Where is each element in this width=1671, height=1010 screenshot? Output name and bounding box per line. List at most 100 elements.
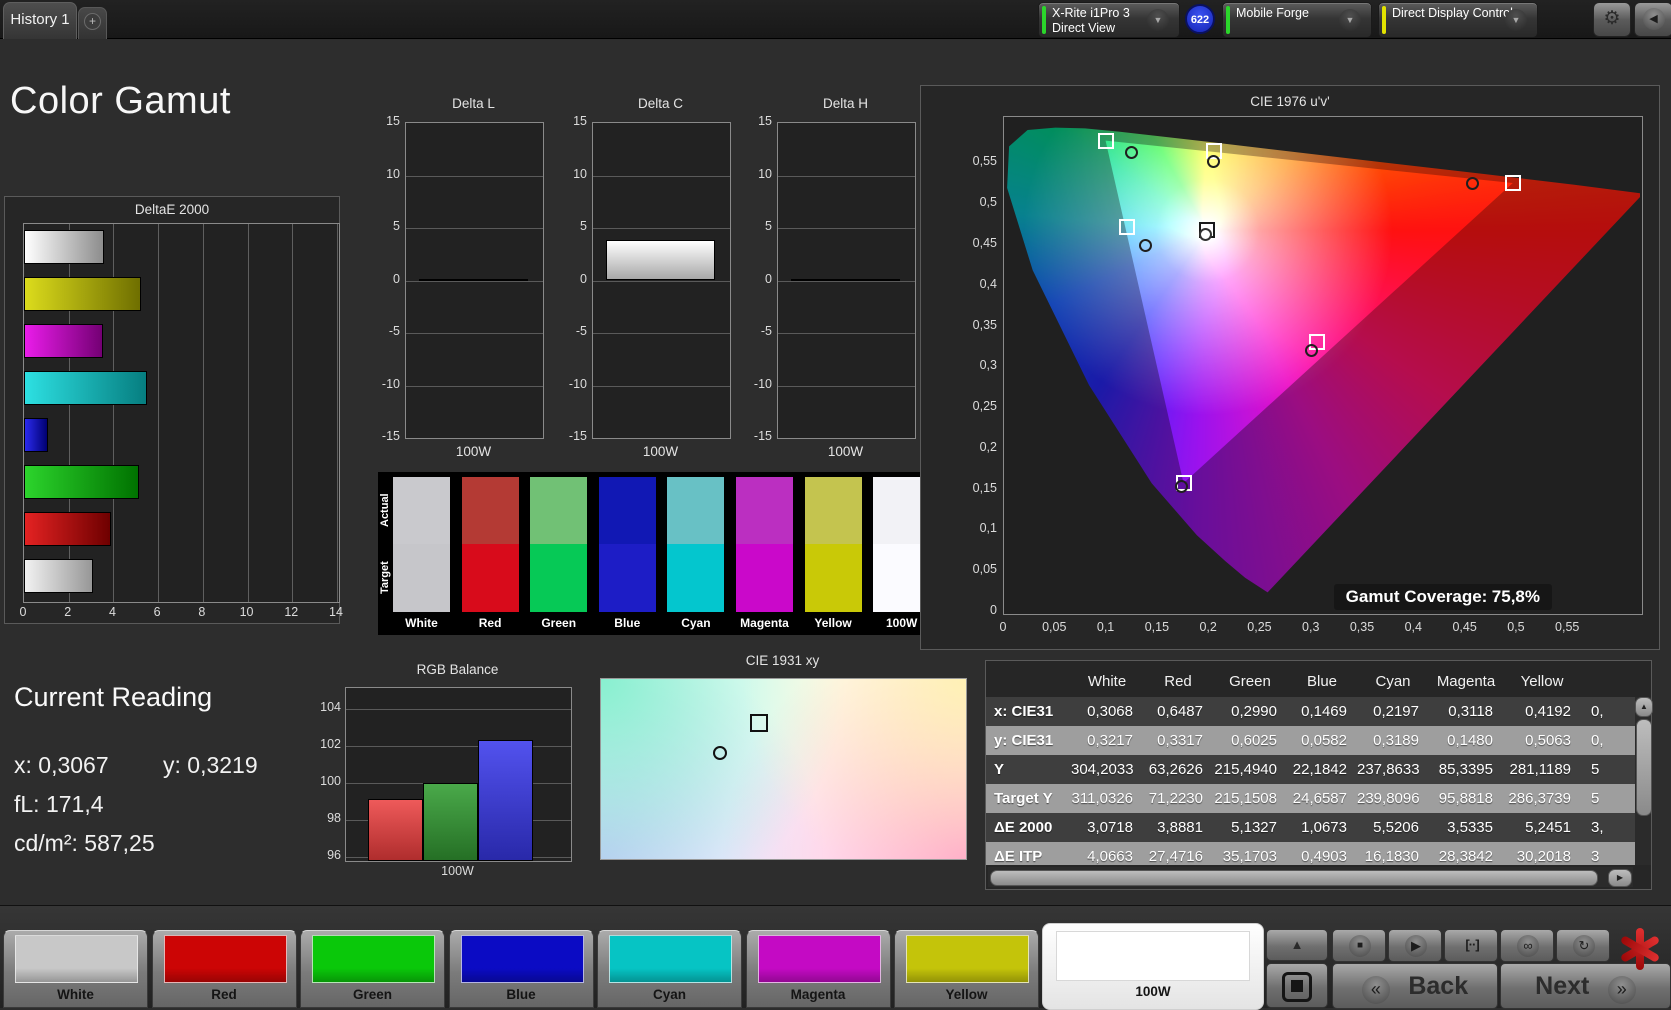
measured-marker-white: [1198, 227, 1212, 241]
back-button[interactable]: « Back: [1332, 963, 1498, 1009]
cie1976-x-tick: 0,1: [1096, 620, 1115, 634]
cie1976-title: CIE 1976 u'v': [1250, 94, 1330, 109]
cell: 71,2230: [1148, 790, 1203, 807]
table-header-Red: Red: [1164, 673, 1192, 690]
delta-y-tick: -10: [381, 376, 400, 391]
cell: 5,2451: [1525, 819, 1571, 836]
cell: 0,: [1591, 732, 1604, 749]
deltae-bar-green: [24, 465, 139, 499]
pattern-button-cyan[interactable]: Cyan: [597, 930, 742, 1008]
pattern-label: White: [57, 987, 94, 1002]
cie1976-x-tick: 0,5: [1507, 620, 1525, 634]
cie1976-y-tick: 0,4: [979, 276, 997, 291]
deltae-x-tick: 6: [153, 605, 161, 619]
table-vertical-scrollbar[interactable]: ▲: [1635, 697, 1653, 865]
cell: 0,3189: [1373, 732, 1419, 749]
transport-stop-button[interactable]: ■: [1332, 929, 1386, 962]
meter-count-badge[interactable]: 622: [1185, 4, 1215, 34]
deltae2000-x-axis: 0 2 4 6 8 10 12 14: [20, 603, 343, 621]
pattern-button-100w-selected[interactable]: 100W: [1042, 923, 1264, 1010]
measured-marker-yellow: [1206, 154, 1220, 168]
pattern-button-blue[interactable]: Blue: [448, 930, 594, 1008]
rgb-balance-panel: RGB Balance 100W 104 102 100 98 96: [315, 660, 575, 890]
cie1931-target-marker: [750, 713, 769, 732]
rgb-balance-plot: [345, 687, 572, 862]
pattern-button-yellow[interactable]: Yellow: [894, 930, 1039, 1008]
measure-icon: [··]: [1465, 937, 1479, 952]
cell: 3,5335: [1447, 819, 1493, 836]
delta-y-tick: 15: [573, 114, 587, 128]
transport-measure-button[interactable]: [··]: [1444, 929, 1498, 962]
meter-name: X-Rite i1Pro 3: [1052, 6, 1130, 20]
gamut-coverage-readout: Gamut Coverage: 75,8%: [1333, 584, 1552, 610]
rgb-bar-green: [423, 783, 478, 861]
table-header-Green: Green: [1229, 673, 1271, 690]
pattern-swatch: [609, 935, 732, 983]
swatch-target-red: [461, 544, 519, 612]
cell: 0,2197: [1373, 703, 1419, 720]
delta-bar-100w: [606, 240, 715, 281]
delta-x-label: 100W: [455, 444, 492, 459]
cell: 0,1469: [1301, 703, 1347, 720]
scroll-thumb[interactable]: [990, 870, 1598, 886]
cell: 5,1327: [1231, 819, 1277, 836]
pattern-label: Green: [352, 987, 393, 1002]
settings-button[interactable]: ⚙: [1593, 2, 1631, 37]
pattern-button-magenta[interactable]: Magenta: [745, 930, 891, 1008]
rgb-y-tick: 100: [320, 774, 341, 789]
cell: 3,0718: [1087, 819, 1133, 836]
swatch-actual-magenta: [736, 477, 793, 544]
table-row-1: x: CIE31 0,3068 0,6487 0,2990 0,1469 0,2197 0,…: [986, 697, 1635, 726]
pattern-label: 100W: [1135, 984, 1171, 999]
swatch-label: Cyan: [681, 616, 711, 630]
pattern-button-red[interactable]: Red: [151, 930, 297, 1008]
pattern-swatch: [312, 935, 435, 983]
delta-chart-delta-c: Delta C 15 10 5 0 -5 -10 -15 100W: [547, 96, 739, 468]
delta-chart-plot: [777, 122, 916, 439]
bottom-control-bar: ▲ « Back Next » White Red Green Blue Cyan Mag…: [0, 905, 1671, 1010]
cell: 3,: [1591, 819, 1604, 836]
transport-loop-button[interactable]: ↻: [1556, 929, 1610, 962]
table-header-Magenta: Magenta: [1436, 673, 1496, 690]
rgb-balance-x-label: 100W: [441, 864, 474, 878]
measurement-table: White Red Green Blue Cyan Magenta Yellow x: CIE…: [985, 660, 1653, 890]
pattern-window-button[interactable]: [1266, 963, 1328, 1008]
scroll-up-button[interactable]: ▲: [1635, 697, 1653, 717]
collapse-panel-button[interactable]: ◀: [1634, 2, 1671, 37]
display-control-dropdown[interactable]: Direct Display Control ▼: [1378, 2, 1538, 38]
table-header-Blue: Blue: [1306, 673, 1338, 690]
cell: 28,3842: [1438, 848, 1493, 865]
source-dropdown[interactable]: Mobile Forge ▼: [1222, 2, 1372, 38]
deltae-bar-red: [24, 512, 111, 546]
cell: 35,1703: [1222, 848, 1277, 865]
scroll-right-button[interactable]: ▶: [1608, 869, 1632, 887]
chevron-up-icon: ▲: [1290, 937, 1304, 952]
transport-play-button[interactable]: ▶: [1388, 929, 1442, 962]
measured-marker-magenta: [1305, 343, 1319, 357]
window-icon: [1282, 972, 1312, 1002]
swatch-target-magenta: [736, 544, 793, 612]
cell: 5,5206: [1373, 819, 1419, 836]
scroll-thumb[interactable]: [1636, 719, 1652, 816]
next-label: Next: [1535, 972, 1590, 1000]
cell: 215,4940: [1214, 761, 1277, 778]
delta-y-tick: -10: [568, 376, 587, 391]
cie1976-y-tick: 0,35: [972, 317, 997, 332]
pattern-button-white[interactable]: White: [3, 930, 148, 1008]
chevrons-left-icon: «: [1361, 976, 1390, 1004]
pattern-button-green[interactable]: Green: [300, 930, 445, 1008]
panel-expand-button[interactable]: ▲: [1266, 929, 1328, 961]
new-tab-button[interactable]: +: [78, 7, 107, 39]
transport-continuous-button[interactable]: ∞: [1500, 929, 1554, 962]
delta-chart-delta-h: Delta H 15 10 5 0 -5 -10 -15 100W: [732, 96, 924, 468]
meter-dropdown[interactable]: X-Rite i1Pro 3 Direct View ▼: [1038, 2, 1180, 38]
chevron-down-icon: ▼: [1339, 9, 1361, 31]
delta-y-tick: 10: [758, 166, 772, 181]
pattern-label: Cyan: [652, 987, 686, 1002]
cell: 215,1508: [1214, 790, 1277, 807]
tab-history-1[interactable]: History 1: [3, 2, 77, 39]
deltae-x-tick: 10: [239, 605, 254, 619]
gear-icon: ⚙: [1603, 8, 1621, 29]
table-horizontal-scrollbar[interactable]: ▶: [988, 867, 1633, 887]
row-label: ΔE 2000: [994, 819, 1053, 836]
